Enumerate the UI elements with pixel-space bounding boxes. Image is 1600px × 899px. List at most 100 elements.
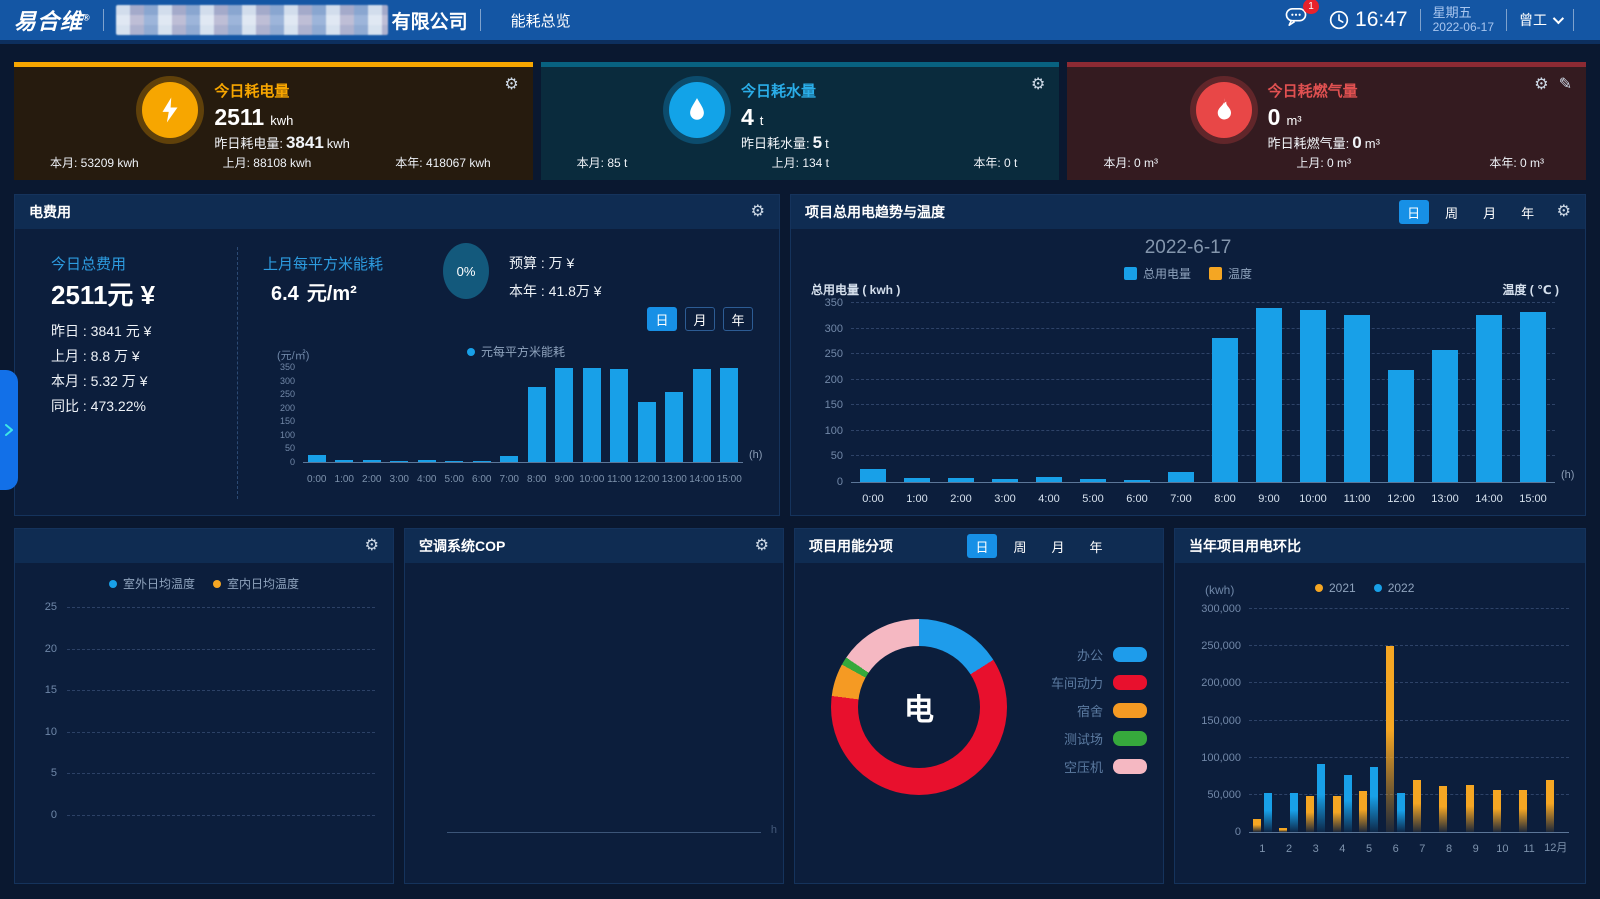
tab-日[interactable]: 日 bbox=[647, 307, 677, 331]
period-tabs: 日周月年 bbox=[967, 534, 1111, 558]
chart-legend: 元每平方米能耗 bbox=[467, 343, 565, 360]
bar-2021 bbox=[1279, 828, 1287, 832]
user-menu[interactable]: 曾工 bbox=[1519, 10, 1561, 30]
menu-item-energy-overview[interactable]: 能耗总览 bbox=[511, 10, 571, 31]
kpi-value: 0m³ bbox=[1268, 104, 1458, 131]
kpi-title: 今日耗电量 bbox=[214, 80, 404, 101]
tab-月[interactable]: 月 bbox=[1043, 534, 1073, 558]
bar bbox=[904, 478, 930, 482]
bar bbox=[665, 392, 683, 462]
app-logo: 易合维® bbox=[14, 4, 91, 36]
kpi-title: 今日耗水量 bbox=[741, 80, 931, 101]
panel-electricity-cost: 电费用 ⚙ 今日总费用 2511元 ¥ 昨日 : 3841 元 ¥上月 : 8.… bbox=[14, 194, 780, 516]
divider bbox=[1506, 9, 1507, 31]
legend-label: 车间动力 bbox=[1051, 673, 1103, 692]
legend-item: 2021 bbox=[1315, 581, 1356, 595]
bar bbox=[1124, 480, 1150, 482]
legend-marker bbox=[213, 580, 221, 588]
bar-2021 bbox=[1306, 796, 1314, 832]
legend-label: 总用电量 bbox=[1143, 265, 1191, 282]
gear-icon[interactable]: ⚙ bbox=[365, 538, 379, 554]
bar bbox=[1256, 308, 1282, 482]
kpi-value: 4t bbox=[741, 104, 931, 131]
legend-marker bbox=[1113, 703, 1147, 718]
bar-2022 bbox=[1317, 764, 1325, 832]
tab-月[interactable]: 月 bbox=[1475, 200, 1505, 224]
lightning-icon bbox=[142, 82, 198, 138]
period-tabs: 日周月年 bbox=[1399, 200, 1543, 224]
bar bbox=[445, 461, 463, 462]
budget-line: 预算 : 万 ¥ bbox=[509, 253, 574, 273]
bar bbox=[363, 460, 381, 462]
tab-周[interactable]: 周 bbox=[1005, 534, 1035, 558]
gear-icon[interactable]: ⚙ bbox=[1534, 77, 1548, 93]
legend-marker bbox=[1113, 647, 1147, 662]
bar-2021 bbox=[1466, 785, 1474, 832]
notification-badge: 1 bbox=[1303, 0, 1319, 14]
bar-2021 bbox=[1439, 786, 1447, 832]
bar bbox=[1388, 370, 1414, 482]
bar-2021 bbox=[1546, 780, 1554, 832]
legend-item: 元每平方米能耗 bbox=[467, 343, 565, 360]
list-item: 本年: 418067 kwh bbox=[395, 154, 490, 171]
panel-energy-split: 项目用能分项 日周月年 电 办公车间动力宿舍测试场空压机 bbox=[794, 528, 1164, 884]
bar bbox=[1432, 350, 1458, 482]
divider bbox=[1420, 9, 1421, 31]
x-axis-label: h bbox=[771, 824, 777, 836]
tab-年[interactable]: 年 bbox=[1513, 200, 1543, 224]
today-cost-label: 今日总费用 bbox=[51, 253, 126, 274]
panel-title: 项目总用电趋势与温度 bbox=[805, 202, 945, 222]
tab-日[interactable]: 日 bbox=[1399, 200, 1429, 224]
chevron-right-icon bbox=[4, 424, 14, 436]
tab-年[interactable]: 年 bbox=[723, 307, 753, 331]
message-button[interactable]: 1 bbox=[1285, 7, 1307, 32]
legend-item: 宿舍 bbox=[1077, 701, 1147, 720]
droplet-icon bbox=[669, 82, 725, 138]
edit-icon[interactable]: ✎ bbox=[1559, 77, 1572, 93]
kpi-value: 2511kwh bbox=[214, 104, 404, 131]
tab-年[interactable]: 年 bbox=[1081, 534, 1111, 558]
panel-monthly-comparison: 当年项目用电环比 (kwh) 20212022 050,000100,00015… bbox=[1174, 528, 1586, 884]
gear-icon[interactable]: ⚙ bbox=[755, 538, 769, 554]
bar bbox=[720, 368, 738, 462]
kpi-title: 今日耗燃气量 bbox=[1268, 80, 1458, 101]
list-item: 同比 : 473.22% bbox=[51, 396, 151, 421]
period-tabs: 日月年 bbox=[647, 307, 753, 331]
list-item: 本年: 0 m³ bbox=[1489, 154, 1544, 171]
legend-label: 室外日均温度 bbox=[123, 575, 195, 592]
list-item: 昨日 : 3841 元 ¥ bbox=[51, 321, 151, 346]
gear-icon[interactable]: ⚙ bbox=[751, 204, 765, 220]
donut-legend: 办公车间动力宿舍测试场空压机 bbox=[1051, 645, 1147, 776]
energy-donut-chart: 电 bbox=[831, 619, 1007, 795]
bar bbox=[638, 402, 656, 462]
bar bbox=[992, 479, 1018, 482]
tab-日[interactable]: 日 bbox=[967, 534, 997, 558]
tab-周[interactable]: 周 bbox=[1437, 200, 1467, 224]
bar bbox=[500, 456, 518, 462]
bar-2021 bbox=[1519, 790, 1527, 832]
list-item: 本月: 53209 kwh bbox=[50, 154, 139, 171]
kpi-card-gas: ⚙ ✎ 今日耗燃气量 0m³ 昨日耗燃气量:0m³ 本月: 0 m³上月: 0 … bbox=[1067, 62, 1586, 180]
side-drawer-handle[interactable] bbox=[0, 370, 18, 490]
temperature-chart: 2520151050 bbox=[67, 607, 375, 815]
legend-item: 室内日均温度 bbox=[213, 575, 299, 592]
list-item: 本月 : 5.32 万 ¥ bbox=[51, 371, 151, 396]
y-axis-label: (kwh) bbox=[1205, 583, 1234, 597]
gear-icon[interactable]: ⚙ bbox=[504, 77, 518, 93]
list-item: 上月: 134 t bbox=[772, 154, 829, 171]
legend-item: 室外日均温度 bbox=[109, 575, 195, 592]
legend-marker bbox=[1124, 267, 1137, 280]
list-item: 本月: 0 m³ bbox=[1103, 154, 1158, 171]
legend-label: 空压机 bbox=[1064, 757, 1103, 776]
donut-center-label: 电 bbox=[858, 646, 980, 768]
gear-icon[interactable]: ⚙ bbox=[1557, 204, 1571, 220]
budget-gauge: 0% bbox=[443, 243, 489, 299]
kpi-stats: 本月: 85 t上月: 134 t本年: 0 t bbox=[541, 154, 1060, 171]
legend-marker bbox=[467, 348, 475, 356]
monthly-bar-chart: 050,000100,000150,000200,000250,000300,0… bbox=[1185, 609, 1569, 855]
bar-2022 bbox=[1290, 793, 1298, 832]
gear-icon[interactable]: ⚙ bbox=[1031, 77, 1045, 93]
panel-title: 当年项目用电环比 bbox=[1189, 536, 1301, 556]
divider bbox=[103, 9, 104, 31]
tab-月[interactable]: 月 bbox=[685, 307, 715, 331]
